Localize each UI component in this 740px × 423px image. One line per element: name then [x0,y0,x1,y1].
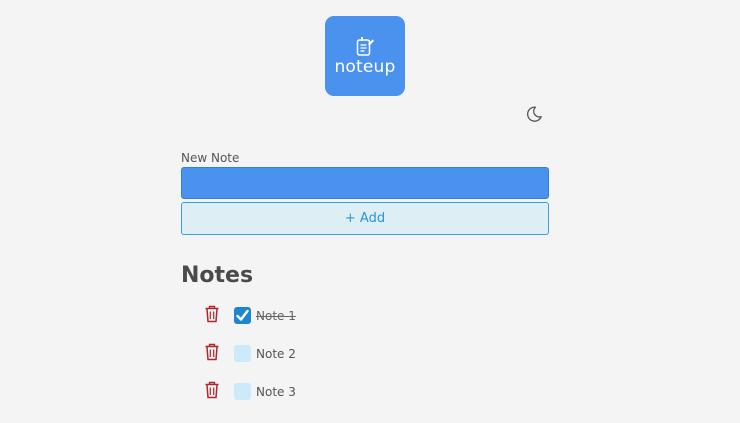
logo-text: noteup [334,57,396,77]
new-note-input[interactable] [181,167,549,199]
note-list: Note 1 Note 2 Note 3 [204,302,404,416]
app-page: noteup New Note + Add Notes Note 1 Note … [0,0,740,423]
note-item: Note 3 [204,378,404,416]
note-item: Note 2 [204,340,404,378]
check-icon [236,309,249,321]
new-note-label: New Note [181,151,240,165]
note-checkbox[interactable] [234,307,251,324]
note-icon [356,37,374,56]
note-text: Note 1 [256,309,296,323]
noteup-logo: noteup [325,16,405,96]
note-text: Note 3 [256,385,296,399]
note-text: Note 2 [256,347,296,361]
trash-icon[interactable] [204,343,220,361]
notes-heading: Notes [181,263,254,288]
add-note-button[interactable]: + Add [181,202,549,235]
note-checkbox[interactable] [234,345,251,362]
moon-icon[interactable] [524,104,544,124]
note-checkbox[interactable] [234,383,251,400]
trash-icon[interactable] [204,381,220,399]
trash-icon[interactable] [204,305,220,323]
note-item: Note 1 [204,302,404,340]
